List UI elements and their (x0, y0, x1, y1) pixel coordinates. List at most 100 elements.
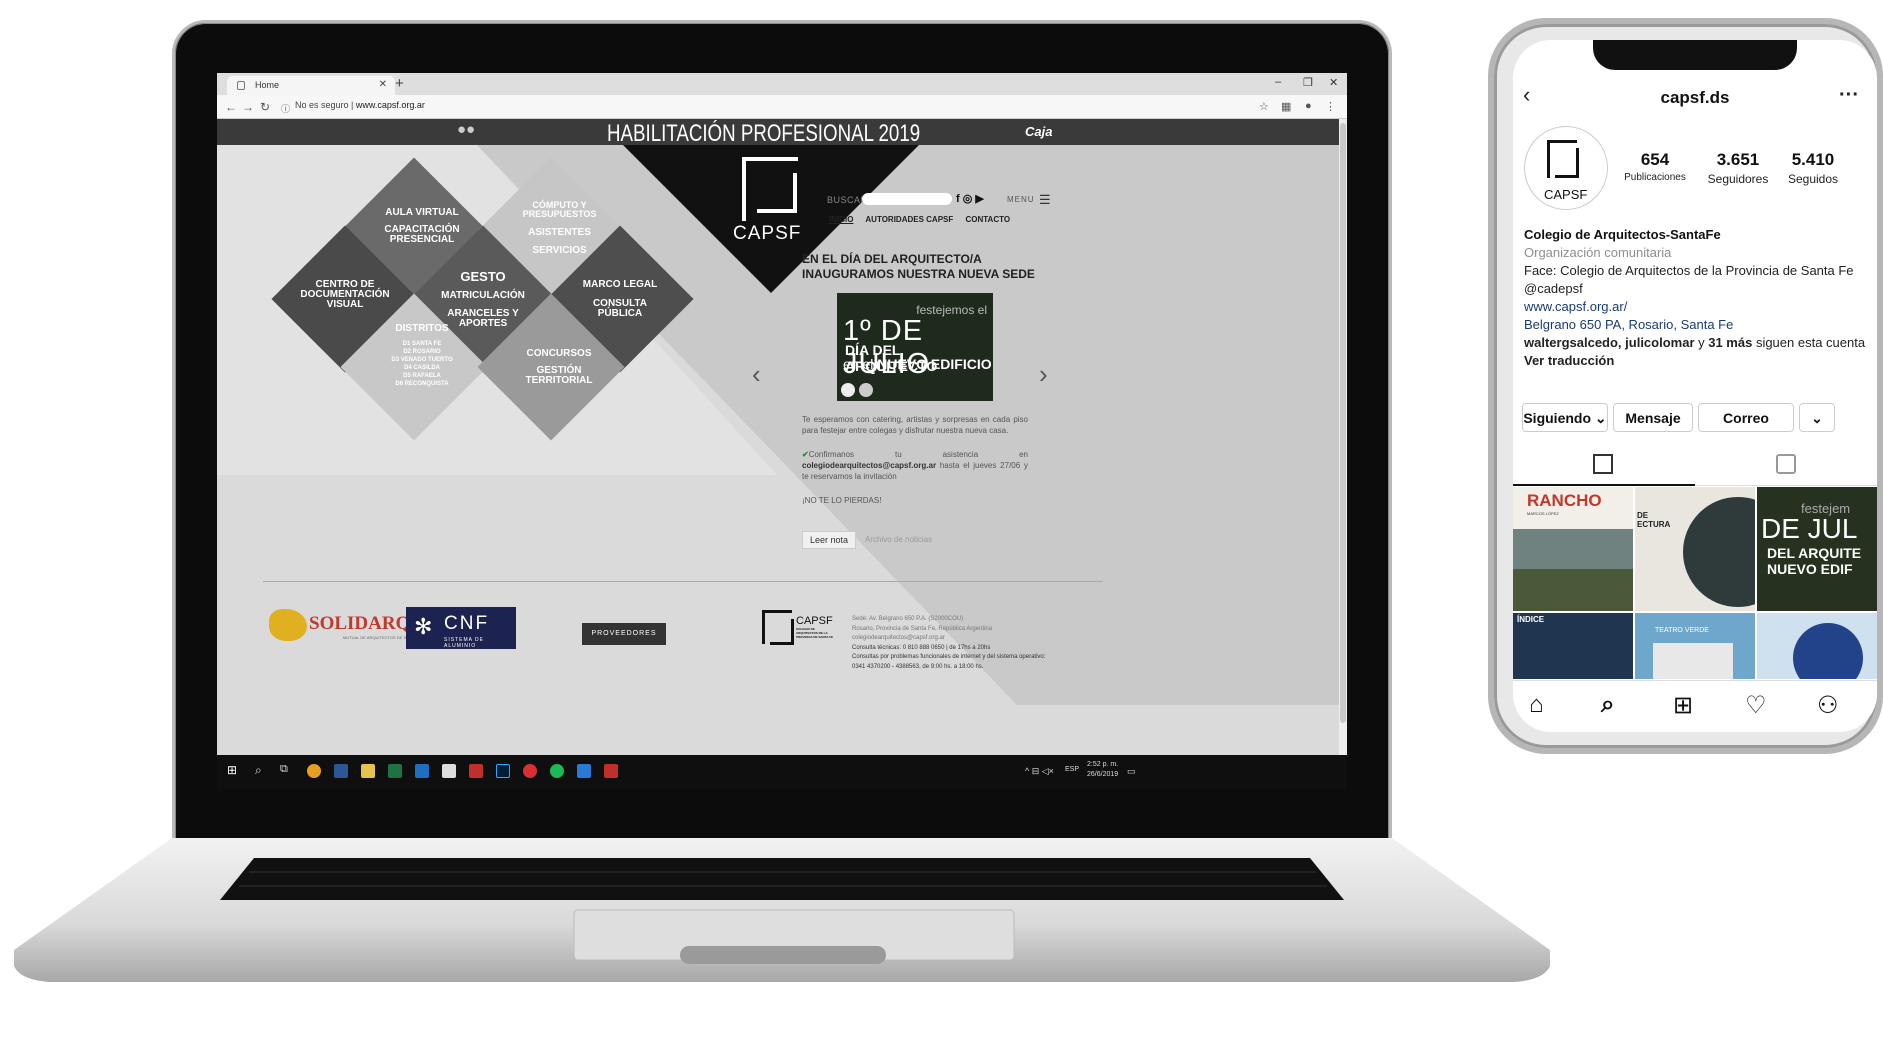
tagged-icon[interactable] (1776, 454, 1796, 474)
new-post-icon[interactable]: ⊞ (1673, 691, 1693, 720)
outlook-icon[interactable] (415, 764, 429, 778)
label-asistentes: ASISTENTES (528, 227, 591, 238)
news-archive-link[interactable]: Archivo de noticias (865, 535, 932, 544)
confirm-email[interactable]: colegiodearquitectos@capsf.org.ar (802, 461, 936, 470)
nav-contacto[interactable]: CONTACTO (965, 215, 1010, 224)
tray-icons[interactable]: ^ ⊟ ◁× (1025, 766, 1054, 777)
main-nav: INICIO AUTORIDADES CAPSF CONTACTO (829, 215, 1020, 224)
promo-badge-icon (841, 383, 855, 397)
minimize-button[interactable]: – (1275, 76, 1281, 88)
stat-followers[interactable]: 3.651 Seguidores (1698, 150, 1778, 186)
distrito-item: D1 SANTA FE (402, 341, 442, 347)
providers-button[interactable]: PROVEEDORES (582, 623, 666, 645)
label-servicios: SERVICIOS (532, 245, 587, 256)
footer-contact: Sede: Av. Belgrano 650 P.A. (S2000COU) R… (852, 615, 1092, 672)
acrobat-icon[interactable] (469, 764, 483, 778)
app-icon[interactable] (523, 764, 537, 778)
facebook-icon[interactable]: f (956, 193, 960, 205)
more-options-icon[interactable]: ··· (1839, 84, 1859, 107)
back-icon[interactable]: ← (225, 100, 237, 114)
word-icon[interactable] (334, 764, 348, 778)
ig-website[interactable]: www.capsf.org.ar/ (1524, 298, 1869, 316)
post-rancho[interactable]: RANCHO MARCOS LÓPEZ (1513, 487, 1633, 611)
language-indicator[interactable]: ESP (1065, 766, 1079, 773)
post-dia-arquitecto[interactable]: festejem DE JUL DEL ARQUITE NUEVO EDIF (1757, 487, 1877, 611)
following-button[interactable]: Siguiendo ⌄ (1522, 403, 1608, 432)
new-tab-button[interactable]: + (395, 75, 404, 92)
forward-icon[interactable]: → (242, 100, 254, 114)
search-input[interactable] (862, 193, 952, 205)
notifications-icon[interactable]: ▭ (1127, 766, 1136, 777)
suggest-button[interactable]: ⌄ (1799, 403, 1835, 432)
carousel-next-icon[interactable]: › (1039, 359, 1048, 390)
profile-icon[interactable]: ⚇ (1817, 691, 1839, 720)
menu-label[interactable]: MENU (1007, 195, 1035, 204)
task-view-icon[interactable]: ⧉ (280, 763, 288, 776)
instagram-icon[interactable]: ◎ (963, 193, 973, 205)
favicon-icon (237, 81, 245, 90)
read-more-button[interactable]: Leer nota (802, 531, 856, 549)
carousel-prev-icon[interactable]: ‹ (752, 359, 761, 390)
hamburger-icon[interactable]: ☰ (1039, 192, 1051, 208)
autocad-icon[interactable] (604, 764, 618, 778)
folder-icon[interactable] (361, 764, 375, 778)
nav-inicio[interactable]: INICIO (829, 215, 853, 224)
page-scrollbar[interactable] (1339, 119, 1347, 755)
search-icon[interactable]: ⌕ (255, 763, 262, 778)
post-indice[interactable]: ÍNDICE (1513, 613, 1633, 679)
post-portrait[interactable] (1757, 613, 1877, 679)
news-headline: EN EL DÍA DEL ARQUITECTO/A INAUGURAMOS N… (802, 252, 1035, 281)
stat-following[interactable]: 5.410 Seguidos (1773, 150, 1853, 186)
check-icon: ✔ (802, 450, 809, 459)
stat-posts[interactable]: 654 Publicaciones (1615, 150, 1695, 183)
post-teatro-verde[interactable]: TEATRO VERDE (1635, 613, 1755, 679)
label-marco: MARCO LEGAL (582, 279, 658, 290)
maximize-button[interactable]: ❐ (1303, 76, 1313, 89)
contact-line: Sede: Av. Belgrano 650 P.A. (S2000COU) (852, 616, 964, 622)
label-concursos: CONCURSOS (526, 348, 592, 359)
reload-icon[interactable]: ↻ (260, 100, 270, 114)
heart-icon[interactable]: ♡ (1745, 691, 1767, 720)
spotify-icon[interactable] (550, 764, 564, 778)
solidarq-logo[interactable]: SOLIDARQ MUTUAL DE ARQUITECTOS DE SANTA … (269, 609, 423, 641)
clock[interactable]: 2:52 p. m. 26/6/2019 (1087, 760, 1118, 780)
top-banner[interactable]: ●● HABILITACIÓN PROFESIONAL 2019 Caja (217, 119, 1339, 147)
search-icon[interactable]: ⌕ (1601, 691, 1614, 719)
post-arquitectura[interactable]: DE ECTURA (1635, 487, 1755, 611)
message-button[interactable]: Mensaje (1613, 403, 1693, 432)
ig-name: Colegio de Arquitectos-SantaFe (1524, 227, 1721, 242)
ig-translate[interactable]: Ver traducción (1524, 352, 1869, 370)
email-button[interactable]: Correo (1698, 403, 1794, 432)
ig-followed-by[interactable]: waltergsalcedo, julicolomar y 31 más sig… (1524, 334, 1869, 352)
youtube-icon[interactable]: ▶ (975, 193, 983, 205)
grid-icon[interactable] (1593, 454, 1613, 474)
extension-icon[interactable]: ▦ (1281, 100, 1291, 113)
excel-icon[interactable] (388, 764, 402, 778)
home-icon[interactable]: ⌂ (1529, 691, 1544, 719)
bookmark-star-icon[interactable]: ☆ (1259, 100, 1269, 113)
distrito-item: D2 ROSARIO (403, 349, 441, 355)
ig-address[interactable]: Belgrano 650 PA, Rosario, Santa Fe (1524, 316, 1869, 334)
start-icon[interactable]: ⊞ (227, 763, 237, 777)
label-centro: CENTRO DE DOCUMENTACIÓN VISUAL (300, 279, 390, 310)
social-icons[interactable]: f ◎ ▶ (956, 192, 984, 205)
contact-line[interactable]: colegiodearquitectos@capsf.org.ar (852, 634, 1092, 644)
profile-icon[interactable]: ● (1305, 100, 1312, 112)
calculator-icon[interactable] (442, 764, 456, 778)
windows-taskbar: ⊞ ⌕ ⧉ ^ ⊟ ◁× ESP 2:52 p. m. 26/6/2019 ▭ (217, 755, 1347, 789)
nav-autoridades[interactable]: AUTORIDADES CAPSF (865, 215, 953, 224)
chrome-icon[interactable] (307, 764, 321, 778)
browser-tab[interactable]: Home ✕ (227, 76, 395, 95)
tab-close-icon[interactable]: ✕ (379, 79, 387, 90)
close-window-button[interactable]: ✕ (1329, 76, 1338, 89)
browser-menu-icon[interactable]: ⋮ (1325, 100, 1336, 113)
news-closing: ¡NO TE LO PIERDAS! (802, 496, 882, 505)
photoshop-icon[interactable] (496, 764, 510, 778)
label-matriculacion: MATRICULACIÓN (441, 290, 525, 301)
url-field[interactable]: No es seguro | www.capsf.org.ar (295, 100, 425, 110)
mail-icon[interactable] (577, 764, 591, 778)
news-image[interactable]: festejemos el 1º DE JULIO DÍA DEL ARQUIT… (837, 293, 993, 401)
promo-line4: en el NUEVO EDIFICIO (843, 356, 992, 372)
banner-sponsor: Caja (1025, 124, 1053, 139)
cnf-logo[interactable]: ✻ CNF SISTEMA DE ALUMINIO (406, 607, 516, 649)
